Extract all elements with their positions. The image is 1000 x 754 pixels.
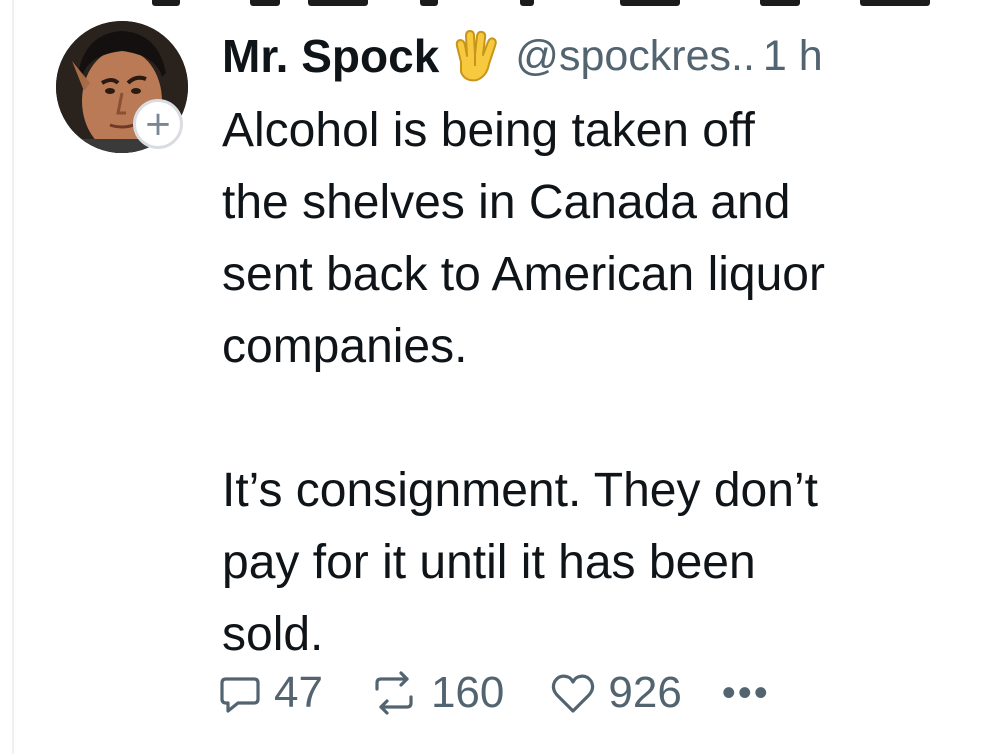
more-options-button[interactable]: ••• (722, 671, 770, 716)
post-actions: 47 160 926 ••• (218, 658, 770, 728)
reply-icon (220, 677, 260, 713)
post-screen: + Mr. Spock @spockres.. 1 h Alcohol is b… (0, 0, 1000, 754)
reply-button[interactable]: 47 (218, 668, 323, 718)
post-header: Mr. Spock @spockres.. 1 h (222, 24, 982, 88)
repost-button[interactable]: 160 (369, 668, 504, 718)
post-paragraph-2: It’s consignment. They don’t pay for it … (222, 464, 818, 661)
previous-post-fragment (0, 0, 1000, 10)
follow-plus-button[interactable]: + (133, 99, 183, 149)
post-timestamp[interactable]: 1 h (763, 32, 823, 81)
post-text: Alcohol is being taken off the shelves i… (222, 95, 982, 671)
like-button[interactable]: 926 (550, 668, 682, 718)
author-handle[interactable]: @spockres.. (515, 32, 755, 81)
author-display-name[interactable]: Mr. Spock (222, 29, 439, 83)
repost-count: 160 (430, 668, 505, 717)
repost-icon (375, 671, 413, 715)
vulcan-salute-icon (451, 28, 501, 84)
post-paragraph-1: Alcohol is being taken off the shelves i… (222, 104, 825, 373)
author-avatar-block[interactable]: + (56, 21, 188, 153)
like-count: 926 (608, 668, 682, 717)
heart-icon (552, 674, 595, 713)
thread-divider (12, 0, 14, 754)
reply-count: 47 (274, 668, 323, 717)
